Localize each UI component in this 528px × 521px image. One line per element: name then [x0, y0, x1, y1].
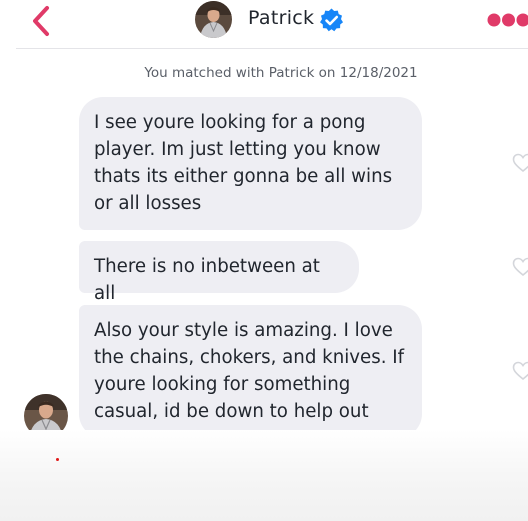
message-bubble[interactable]: There is no inbetween at all: [79, 241, 359, 304]
contact-name[interactable]: Patrick: [248, 5, 314, 31]
message-bubble[interactable]: I see youre looking for a pong player. I…: [79, 97, 422, 230]
avatar[interactable]: [195, 1, 232, 38]
heart-outline-icon[interactable]: [512, 360, 528, 382]
match-info: You matched with Patrick on 12/18/2021: [144, 65, 418, 81]
more-dots-icon: [487, 13, 501, 27]
back-button[interactable]: [26, 4, 60, 38]
message-bubble[interactable]: Also your style is amazing. I love the c…: [79, 305, 422, 438]
heart-outline-icon[interactable]: [512, 256, 528, 278]
more-options-button[interactable]: [486, 11, 528, 29]
composer-area: [0, 430, 528, 521]
chat-header: Patrick: [0, 0, 528, 49]
chevron-left-icon: [33, 6, 49, 36]
chat-screen: Patrick You matched with Patrick on 12/1…: [0, 0, 528, 521]
verified-check-icon: [320, 8, 343, 32]
header-divider: [16, 48, 528, 49]
heart-outline-icon[interactable]: [512, 152, 528, 174]
indicator-dot: [56, 458, 59, 461]
